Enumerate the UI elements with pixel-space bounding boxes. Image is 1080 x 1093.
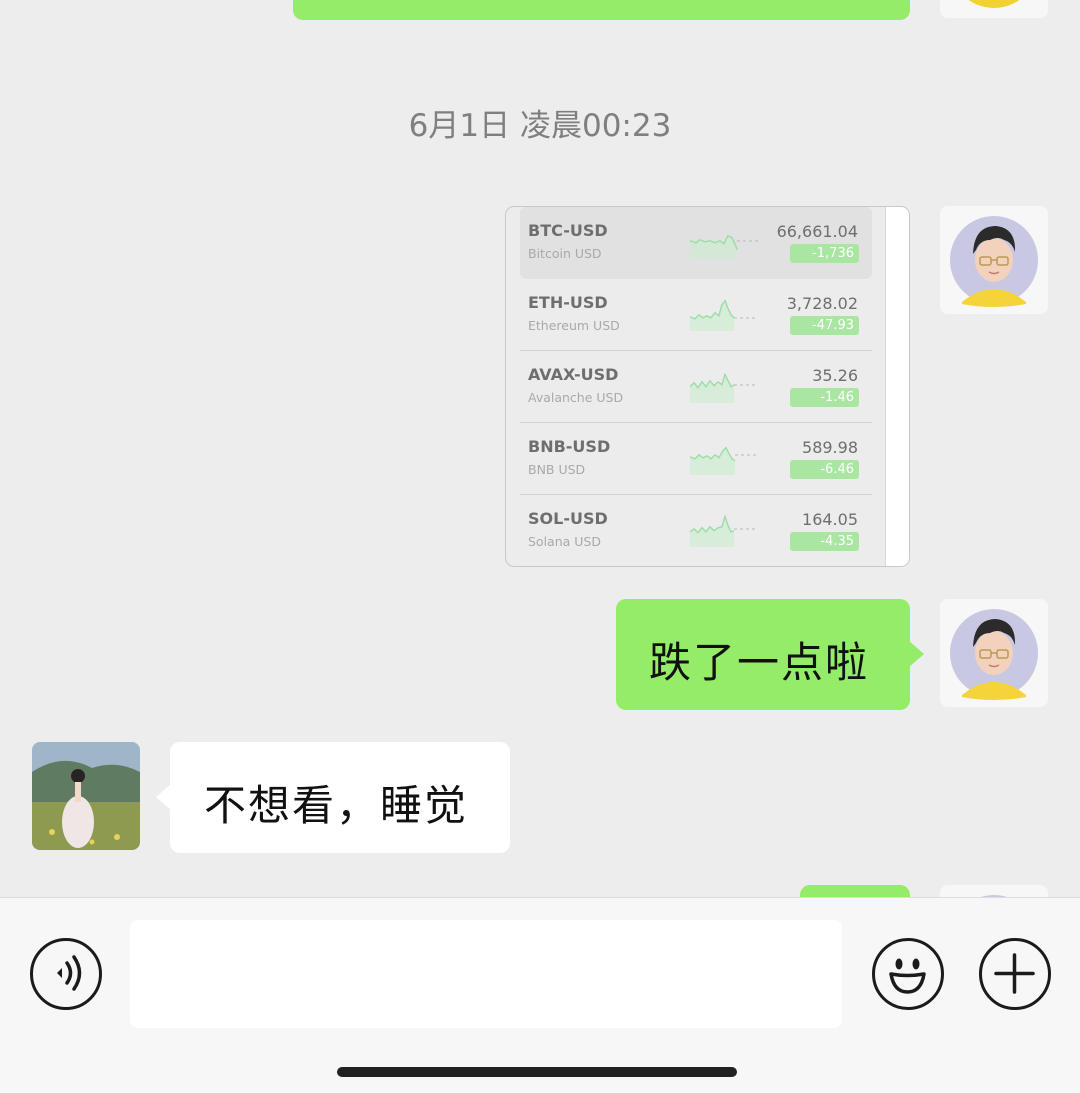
self-avatar[interactable] [940,206,1048,314]
self-avatar[interactable] [940,599,1048,707]
emoji-button[interactable] [872,938,944,1010]
stock-name: Ethereum USD [528,318,620,333]
emoji-icon [889,958,926,994]
stock-price: 66,661.04 [776,222,858,241]
stock-name: BNB USD [528,462,586,477]
plus-button[interactable] [979,938,1051,1010]
voice-icon [57,955,82,991]
voice-button[interactable] [30,938,102,1010]
cartoon-avatar-icon [950,216,1038,307]
message-text: 跌了一点啦 [649,638,870,687]
stock-row[interactable]: AVAX-USD Avalanche USD 35.26 -1.46 [520,351,872,423]
stock-name: Avalanche USD [528,390,624,405]
plus-icon [994,953,1035,994]
chat-area[interactable]: 6月1日 凌晨00:23 BTC-USD Bitcoin USD 66,661.… [0,0,1080,897]
peer-avatar[interactable] [32,742,140,850]
message-bubble-sent-partial[interactable] [293,0,910,20]
stock-price: 3,728.02 [786,294,858,313]
stock-price: 589.98 [802,438,858,457]
message-bubble-sent-partial[interactable] [800,885,910,897]
stock-name: Solana USD [528,534,601,549]
stock-change-badge: -6.46 [790,460,859,479]
stock-symbol: SOL-USD [528,509,608,528]
stock-screenshot-message[interactable]: BTC-USD Bitcoin USD 66,661.04 -1,736 ETH… [505,206,910,567]
cartoon-avatar-icon [950,609,1038,700]
stock-name: Bitcoin USD [528,246,602,261]
message-bubble-sent[interactable]: 跌了一点啦 [616,599,924,710]
stock-row[interactable]: ETH-USD Ethereum USD 3,728.02 -47.93 [520,279,872,351]
stock-change-badge: -1,736 [790,244,859,263]
stock-price: 35.26 [812,366,858,385]
stock-change-badge: -1.46 [790,388,859,407]
card-scroll-edge [885,207,909,566]
message-timestamp: 6月1日 凌晨00:23 [408,108,672,144]
sparkline-chart [690,446,758,475]
stock-symbol: BTC-USD [528,221,608,240]
stock-row[interactable]: BNB-USD BNB USD 589.98 -6.46 [520,423,872,495]
sparkline-chart [690,234,758,259]
message-bubble-received[interactable]: 不想看，睡觉 [156,742,510,853]
sparkline-chart [690,299,758,331]
photo-avatar-icon [32,742,140,850]
sparkline-chart [690,372,758,403]
message-text: 不想看，睡觉 [204,781,469,830]
stock-row[interactable]: SOL-USD Solana USD 164.05 -4.35 [520,495,872,566]
chat-input-bar [0,897,1080,1093]
stock-symbol: BNB-USD [528,437,611,456]
stock-change-badge: -4.35 [790,532,859,551]
stock-row[interactable]: BTC-USD Bitcoin USD 66,661.04 -1,736 [520,207,872,279]
stock-change-badge: -47.93 [790,316,859,335]
bubble-tail [909,641,924,667]
bubble-tail [156,784,171,810]
home-indicator[interactable] [337,1067,737,1077]
stock-symbol: ETH-USD [528,293,608,312]
self-avatar-partial[interactable] [940,885,1048,897]
stock-symbol: AVAX-USD [528,365,619,384]
sparkline-chart [690,514,758,547]
message-input[interactable] [130,920,842,1028]
self-avatar-partial[interactable] [940,0,1048,18]
stock-price: 164.05 [802,510,858,529]
